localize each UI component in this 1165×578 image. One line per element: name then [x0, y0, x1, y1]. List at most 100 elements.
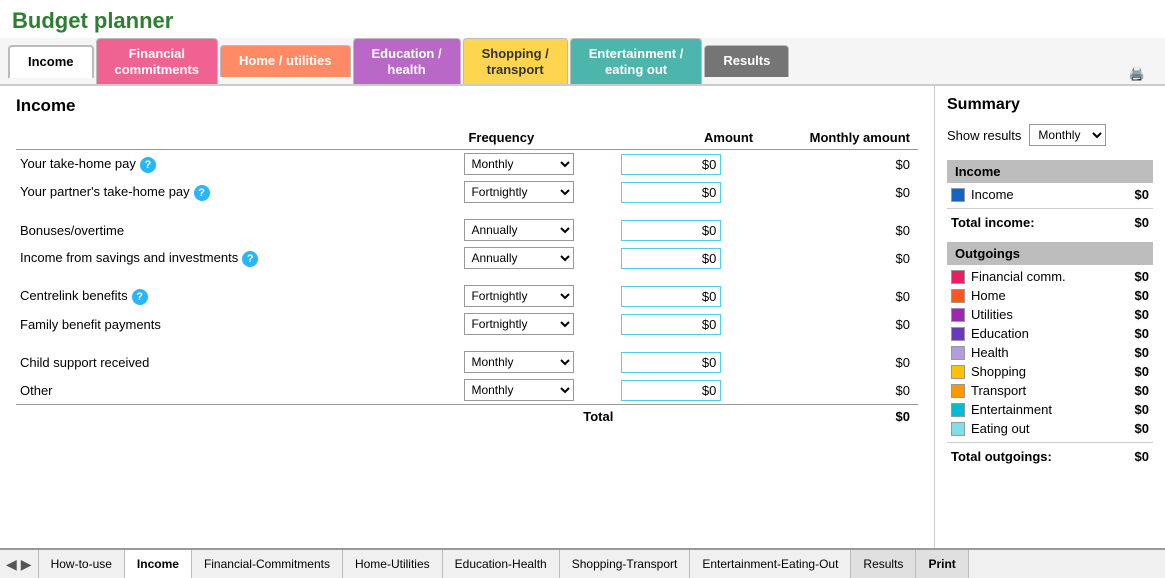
row-label: Bonuses/overtime — [20, 223, 124, 238]
bottom-tab-financial-commitments[interactable]: Financial-Commitments — [192, 550, 343, 578]
table-row: Bonuses/overtime MonthlyFortnightlyAnnual… — [16, 216, 918, 244]
col-frequency: Frequency — [460, 126, 617, 150]
amount-input[interactable] — [621, 154, 721, 175]
help-icon[interactable]: ? — [132, 289, 148, 305]
tab-income[interactable]: Income — [8, 45, 94, 78]
summary-item-label: Health — [971, 345, 1135, 360]
frequency-select[interactable]: MonthlyFortnightlyAnnuallyWeekly — [464, 181, 574, 203]
help-icon[interactable]: ? — [140, 157, 156, 173]
monthly-amount-cell: $0 — [761, 310, 918, 338]
frequency-cell: MonthlyFortnightlyAnnuallyWeekly — [460, 348, 617, 376]
row-label-cell: Child support received — [16, 348, 460, 376]
row-label-cell: Your partner's take-home pay? — [16, 178, 460, 206]
amount-input[interactable] — [621, 248, 721, 269]
row-label: Other — [20, 383, 53, 398]
frequency-select[interactable]: MonthlyFortnightlyAnnuallyWeekly — [464, 313, 574, 335]
print-icon-area: 🖨️ — [1129, 58, 1145, 84]
amount-input[interactable] — [621, 220, 721, 241]
monthly-value: $0 — [896, 223, 910, 238]
amount-input[interactable] — [621, 182, 721, 203]
tab-financial-commitments[interactable]: Financialcommitments — [96, 38, 219, 84]
summary-item-value: $0 — [1135, 288, 1149, 303]
summary-color-box — [951, 422, 965, 436]
bottom-tab-income-bot[interactable]: Income — [125, 550, 192, 578]
summary-income-total-value: $0 — [1135, 215, 1149, 230]
row-label-cell: Other — [16, 376, 460, 405]
row-label: Your take-home pay — [20, 156, 136, 171]
summary-item-label: Home — [971, 288, 1135, 303]
frequency-select[interactable]: MonthlyFortnightlyAnnuallyWeekly — [464, 219, 574, 241]
summary-item-value: $0 — [1135, 187, 1149, 202]
amount-cell — [617, 244, 761, 272]
print-button[interactable]: 🖨️ — [1129, 58, 1145, 84]
bottom-tab-how-to-use[interactable]: How-to-use — [39, 550, 125, 578]
frequency-select[interactable]: MonthlyFortnightlyAnnuallyWeekly — [464, 247, 574, 269]
tab-education-health[interactable]: Education /health — [353, 38, 461, 84]
frequency-cell: MonthlyFortnightlyAnnuallyWeekly — [460, 310, 617, 338]
frequency-select[interactable]: MonthlyFortnightlyAnnuallyWeekly — [464, 351, 574, 373]
nav-arrow-left[interactable]: ◀ — [4, 556, 19, 573]
frequency-select[interactable]: MonthlyFortnightlyAnnuallyWeekly — [464, 379, 574, 401]
monthly-amount-cell: $0 — [761, 216, 918, 244]
bottom-nav-arrows: ◀ ▶ — [0, 550, 39, 578]
summary-outgoings-item: Financial comm. $0 — [947, 267, 1153, 286]
summary-income-total-label: Total income: — [951, 215, 1035, 230]
amount-cell — [617, 150, 761, 179]
total-amount-cell — [617, 405, 761, 428]
row-label: Child support received — [20, 355, 149, 370]
monthly-amount-cell: $0 — [761, 348, 918, 376]
summary-outgoings-header: Outgoings — [947, 242, 1153, 265]
frequency-cell: MonthlyFortnightlyAnnuallyWeekly — [460, 282, 617, 310]
monthly-amount-cell: $0 — [761, 282, 918, 310]
tab-results[interactable]: Results — [704, 45, 789, 77]
summary-outgoings-item: Eating out $0 — [947, 419, 1153, 438]
tab-entertainment-eating-out[interactable]: Entertainment /eating out — [570, 38, 703, 84]
help-icon[interactable]: ? — [242, 251, 258, 267]
summary-outgoings-item: Education $0 — [947, 324, 1153, 343]
amount-cell — [617, 376, 761, 405]
frequency-select[interactable]: MonthlyFortnightlyAnnuallyWeekly — [464, 153, 574, 175]
bottom-tab-results-bot[interactable]: Results — [851, 550, 916, 578]
summary-color-box — [951, 308, 965, 322]
row-label-cell: Income from savings and investments? — [16, 244, 460, 272]
show-results-select[interactable]: Monthly Annually Weekly — [1029, 124, 1106, 146]
summary-outgoings-total-value: $0 — [1135, 449, 1149, 464]
monthly-value: $0 — [896, 355, 910, 370]
summary-color-box — [951, 346, 965, 360]
amount-cell — [617, 310, 761, 338]
amount-input[interactable] — [621, 352, 721, 373]
summary-outgoings-item: Home $0 — [947, 286, 1153, 305]
amount-cell — [617, 178, 761, 206]
income-section: Income Frequency Amount Monthly amount Y… — [0, 86, 935, 548]
nav-arrow-right[interactable]: ▶ — [19, 556, 34, 573]
monthly-value: $0 — [896, 251, 910, 266]
summary-color-box — [951, 384, 965, 398]
amount-input[interactable] — [621, 314, 721, 335]
summary-item-label: Entertainment — [971, 402, 1135, 417]
amount-input[interactable] — [621, 286, 721, 307]
frequency-select[interactable]: MonthlyFortnightlyAnnuallyWeekly — [464, 285, 574, 307]
summary-item-value: $0 — [1135, 307, 1149, 322]
bottom-tab-print-bot[interactable]: Print — [916, 550, 968, 578]
bottom-tab-shopping-transport[interactable]: Shopping-Transport — [560, 550, 691, 578]
bottom-tabs-container: How-to-useIncomeFinancial-CommitmentsHom… — [39, 550, 969, 578]
bottom-tab-entertainment-eating-out[interactable]: Entertainment-Eating-Out — [690, 550, 851, 578]
frequency-cell: MonthlyFortnightlyAnnuallyWeekly — [460, 244, 617, 272]
tab-shopping-transport[interactable]: Shopping /transport — [463, 38, 568, 84]
help-icon[interactable]: ? — [194, 185, 210, 201]
monthly-value: $0 — [896, 289, 910, 304]
bottom-tab-home-utilities[interactable]: Home-Utilities — [343, 550, 443, 578]
table-row: OtherMonthlyFortnightlyAnnuallyWeekly$0 — [16, 376, 918, 405]
row-label: Your partner's take-home pay — [20, 184, 190, 199]
tab-home-utilities[interactable]: Home / utilities — [220, 45, 350, 77]
summary-color-box — [951, 270, 965, 284]
row-label-cell: Centrelink benefits? — [16, 282, 460, 310]
monthly-value: $0 — [896, 157, 910, 172]
summary-item-value: $0 — [1135, 421, 1149, 436]
amount-input[interactable] — [621, 380, 721, 401]
print-icon: 🖨️ — [1129, 66, 1145, 81]
summary-color-box — [951, 188, 965, 202]
bottom-tab-education-health[interactable]: Education-Health — [443, 550, 560, 578]
table-row: Child support received MonthlyFortnightly… — [16, 348, 918, 376]
summary-item-label: Transport — [971, 383, 1135, 398]
